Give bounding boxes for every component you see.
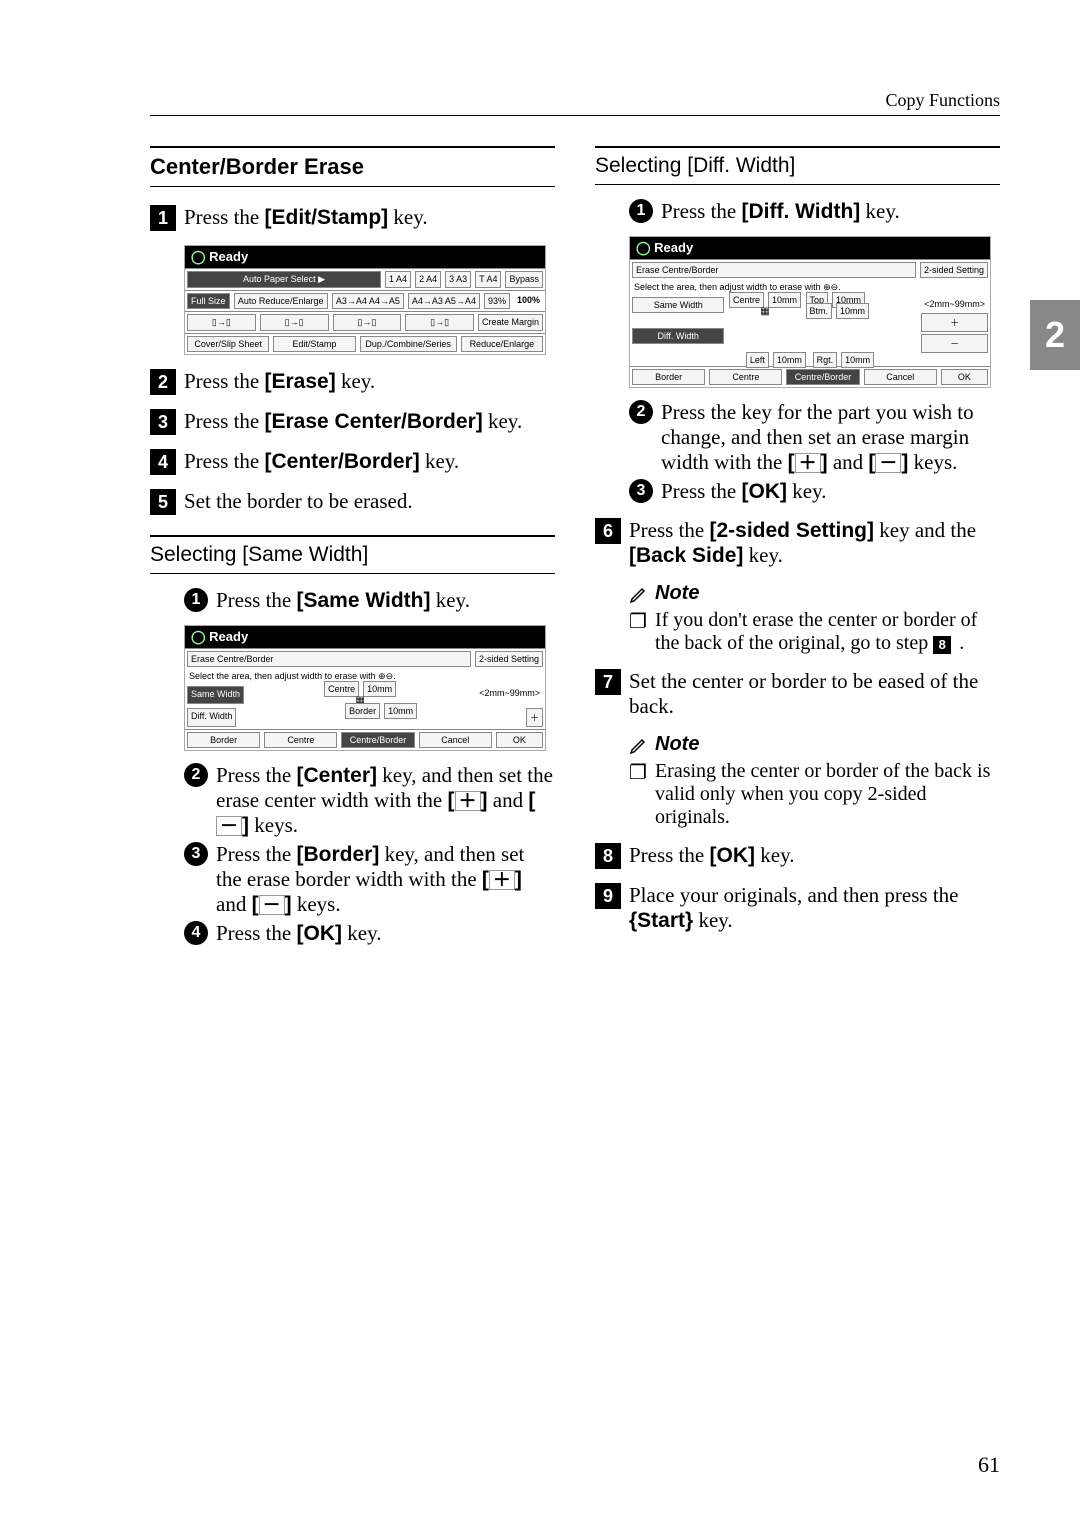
substep-b2-marker: 2 [629, 400, 653, 424]
substep-a2-marker: 2 [184, 763, 208, 787]
step-5-text: Set the border to be erased. [184, 489, 555, 514]
step-1-marker: 1 [150, 205, 176, 231]
step-6-marker: 6 [595, 518, 621, 544]
breadcrumb: Copy Functions [150, 90, 1000, 116]
step-6-text: Press the [2-sided Setting] key and the … [629, 518, 1000, 568]
substep-a3-text: Press the [Border] key, and then set the… [216, 842, 555, 917]
substep-b2-text: Press the key for the part you wish to c… [661, 400, 1000, 475]
substep-a4-text: Press the [OK] key. [216, 921, 555, 946]
step-9-text: Place your originals, and then press the… [629, 883, 1000, 933]
step-3-text: Press the [Erase Center/Border] key. [184, 409, 555, 434]
substep-b3-text: Press the [OK] key. [661, 479, 1000, 504]
substep-a2-text: Press the [Center] key, and then set the… [216, 763, 555, 838]
substep-a3-marker: 3 [184, 842, 208, 866]
substep-a4-marker: 4 [184, 921, 208, 945]
note-1-text: ❐ If you don't erase the center or borde… [629, 609, 1000, 655]
step-4-text: Press the [Center/Border] key. [184, 449, 555, 474]
step-2-text: Press the [Erase] key. [184, 369, 555, 394]
left-column: Center/Border Erase 1 Press the [Edit/St… [150, 146, 555, 950]
substep-a1-marker: 1 [184, 588, 208, 612]
section-title-center-border-erase: Center/Border Erase [150, 146, 555, 187]
step-8-text: Press the [OK] key. [629, 843, 1000, 868]
substep-b1-marker: 1 [629, 199, 653, 223]
step-2-marker: 2 [150, 369, 176, 395]
right-column: Selecting [Diff. Width] 1 Press the [Diff… [595, 146, 1000, 950]
copier-panel-screenshot-3: Ready Erase Centre/Border 2-sided Settin… [629, 236, 991, 388]
step-1-text: Press the [Edit/Stamp] key. [184, 205, 555, 230]
step-7-marker: 7 [595, 669, 621, 695]
substep-a1-text: Press the [Same Width] key. [216, 588, 555, 613]
step-7-text: Set the center or border to be eased of … [629, 669, 1000, 719]
copier-panel-screenshot-2: Ready Erase Centre/Border 2-sided Settin… [184, 625, 546, 751]
copier-panel-screenshot-1: Ready Auto Paper Select ▶ 1 A4 2 A4 3 A3… [184, 245, 546, 355]
step-8-marker: 8 [595, 843, 621, 869]
step-4-marker: 4 [150, 449, 176, 475]
sub-section-same-width: Selecting [Same Width] [150, 535, 555, 574]
note-2-text: ❐ Erasing the center or border of the ba… [629, 760, 1000, 829]
sub-section-diff-width: Selecting [Diff. Width] [595, 146, 1000, 185]
substep-b3-marker: 3 [629, 479, 653, 503]
chapter-tab: 2 [1030, 300, 1080, 370]
pencil-icon [629, 735, 649, 755]
step-5-marker: 5 [150, 489, 176, 515]
step-3-marker: 3 [150, 409, 176, 435]
page-number: 61 [978, 1452, 1000, 1478]
note-heading-2: Note [629, 733, 1000, 756]
step-9-marker: 9 [595, 883, 621, 909]
note-heading-1: Note [629, 582, 1000, 605]
substep-b1-text: Press the [Diff. Width] key. [661, 199, 1000, 224]
pencil-icon [629, 584, 649, 604]
